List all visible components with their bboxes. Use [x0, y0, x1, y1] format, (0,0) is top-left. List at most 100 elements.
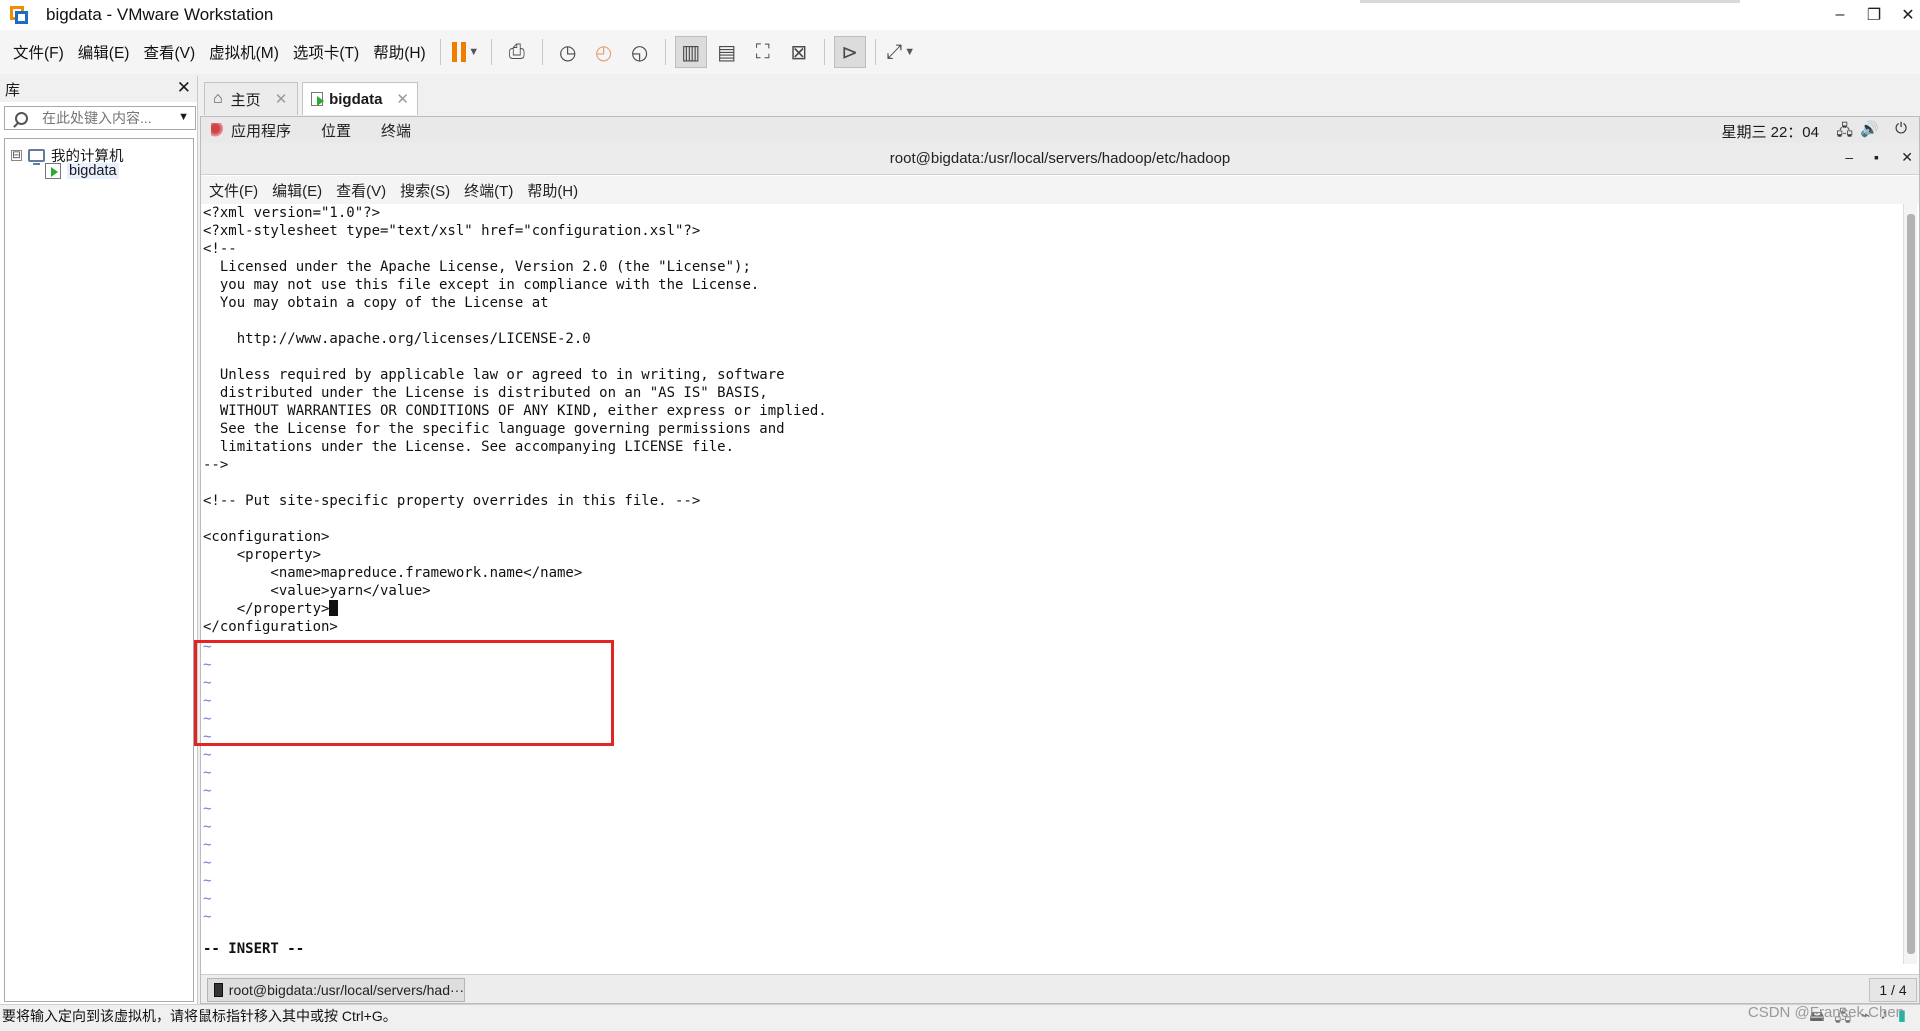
tilde-marker: ~: [203, 855, 212, 871]
tab-home-close[interactable]: ✕: [275, 90, 288, 108]
snapshot-take-button[interactable]: ◷: [552, 36, 584, 68]
snapshot-revert-button[interactable]: ◴: [588, 36, 620, 68]
workspace-pager[interactable]: 1 / 4: [1869, 978, 1917, 1002]
tab-bigdata-close[interactable]: ✕: [396, 90, 409, 108]
show-library-button[interactable]: ▥: [674, 36, 707, 68]
home-icon: ⌂: [213, 90, 223, 107]
gnome-menu-applications[interactable]: 应用程序: [231, 120, 291, 141]
tab-strip: ⌂ 主页 ✕ bigdata ✕: [200, 76, 1920, 116]
editor-line: you may not use this file except in comp…: [203, 277, 760, 293]
menubar-toolbar: 文件(F) 编辑(E) 查看(V) 虚拟机(M) 选项卡(T) 帮助(H) ▼ …: [0, 30, 1920, 74]
terminal-minimize-button[interactable]: –: [1845, 149, 1853, 165]
tree-label-bigdata: bigdata: [67, 163, 119, 179]
editor-line: </property>: [203, 601, 330, 617]
restore-button[interactable]: ❐: [1856, 2, 1892, 28]
chevron-down-icon[interactable]: ▼: [178, 111, 189, 123]
console-icon: ⊳: [841, 41, 859, 64]
stretch-guest-button[interactable]: ⤢ ▼: [885, 36, 917, 68]
send-ctrl-alt-del-button[interactable]: ⎙: [501, 36, 533, 68]
editor-line: <?xml version="1.0"?>: [203, 205, 381, 221]
network-icon[interactable]: 🖧: [1836, 120, 1853, 145]
menu-view[interactable]: 查看(V): [136, 41, 202, 63]
computer-icon: [28, 149, 45, 165]
gnome-menu-terminal[interactable]: 终端: [381, 120, 411, 141]
library-search-input[interactable]: [42, 110, 162, 126]
terminal-close-button[interactable]: ✕: [1901, 149, 1913, 166]
status-hint: 要将输入定向到该虚拟机，请将鼠标指针移入其中或按 Ctrl+G。: [2, 1008, 397, 1024]
tilde-marker: ~: [203, 837, 212, 853]
terminal-menu-help[interactable]: 帮助(H): [520, 180, 585, 201]
snapshot-clock-icon: ◷: [558, 41, 577, 64]
thumbnail-bar-icon: ▤: [717, 41, 737, 64]
toolbar-separator: [823, 39, 825, 65]
tab-home-label: 主页: [230, 91, 261, 109]
gnome-window-list: root@bigdata:/usr/local/servers/had··· 1…: [201, 974, 1919, 1003]
terminal-menu-view[interactable]: 查看(V): [329, 180, 393, 201]
library-close-button[interactable]: ✕: [177, 78, 191, 98]
taskbar-terminal-entry[interactable]: root@bigdata:/usr/local/servers/had···: [207, 978, 465, 1002]
window-title: bigdata - VMware Workstation: [46, 5, 274, 24]
stretch-icon: ⤢: [886, 40, 903, 63]
terminal-scrollbar[interactable]: [1903, 204, 1917, 964]
editor-line: </configuration>: [203, 619, 338, 635]
console-view-button[interactable]: ⊳: [833, 36, 866, 68]
toolbar-separator: [439, 39, 441, 65]
terminal-maximize-button[interactable]: ▪: [1874, 149, 1879, 165]
scrollbar-thumb[interactable]: [1907, 214, 1915, 954]
menu-file[interactable]: 文件(F): [6, 41, 71, 63]
editor-line: See the License for the specific languag…: [203, 421, 785, 437]
menu-tabs[interactable]: 选项卡(T): [286, 41, 366, 63]
toolbar-separator: [490, 39, 492, 65]
full-screen-button[interactable]: ⛶: [747, 36, 779, 68]
editor-line: <!-- Put site-specific property override…: [203, 493, 701, 509]
vmware-logo-icon: [8, 4, 30, 26]
minimize-button[interactable]: –: [1822, 2, 1858, 28]
terminal-menu-edit[interactable]: 编辑(E): [265, 180, 329, 201]
terminal-menu-terminal[interactable]: 终端(T): [457, 180, 520, 201]
library-tree: ⊟ 我的计算机 bigdata: [4, 138, 194, 1002]
terminal-icon: [214, 983, 223, 997]
library-search[interactable]: ▼: [4, 106, 196, 130]
editor-line: distributed under the License is distrib…: [203, 385, 768, 401]
tab-home[interactable]: ⌂ 主页 ✕: [204, 82, 298, 115]
gnome-top-bar: 应用程序 位置 终端 星期三 22：04 🖧 🔊 ⏻: [201, 117, 1919, 143]
tilde-marker: ~: [203, 765, 212, 781]
status-bar: 要将输入定向到该虚拟机，请将鼠标指针移入其中或按 Ctrl+G。 🖴 🖧 ⌁ ♪…: [0, 1004, 1920, 1027]
menu-vm[interactable]: 虚拟机(M): [202, 41, 286, 63]
menu-edit[interactable]: 编辑(E): [71, 41, 137, 63]
keyboard-send-icon: ⎙: [508, 40, 525, 63]
gnome-menu-places[interactable]: 位置: [321, 120, 351, 141]
menu-help[interactable]: 帮助(H): [366, 41, 433, 63]
pause-vm-button[interactable]: ▼: [450, 36, 482, 68]
editor-line: limitations under the License. See accom…: [203, 439, 735, 455]
library-panel: 库 ✕ ▼ ⊟ 我的计算机 bigdata: [0, 76, 198, 1004]
volume-icon[interactable]: 🔊: [1860, 120, 1879, 138]
toolbar-separator: [874, 39, 876, 65]
tilde-marker: ~: [203, 891, 212, 907]
editor-line: WITHOUT WARRANTIES OR CONDITIONS OF ANY …: [203, 403, 827, 419]
collapse-icon[interactable]: ⊟: [11, 150, 22, 161]
editor-line: -->: [203, 457, 229, 473]
library-title: 库: [5, 81, 21, 99]
terminal-text-area[interactable]: <?xml version="1.0"?> <?xml-stylesheet t…: [194, 204, 1901, 964]
snapshot-manager-button[interactable]: ◵: [624, 36, 656, 68]
editor-line-cursor: </property>: [203, 600, 339, 618]
window-titlebar: bigdata - VMware Workstation – ❐ ✕: [0, 0, 1920, 30]
vim-mode-indicator: -- INSERT --: [203, 941, 305, 957]
unity-icon: ⊠: [790, 41, 808, 64]
terminal-menu-file[interactable]: 文件(F): [202, 180, 265, 201]
text-cursor: [329, 600, 339, 616]
chevron-down-icon: ▼: [468, 46, 480, 58]
power-icon[interactable]: ⏻: [1895, 120, 1907, 137]
thumbnail-bar-button[interactable]: ▤: [711, 36, 743, 68]
vm-running-icon: [311, 92, 325, 106]
pause-icon: [452, 42, 467, 62]
tree-item-bigdata[interactable]: bigdata: [45, 163, 119, 179]
unity-button[interactable]: ⊠: [783, 36, 815, 68]
terminal-menu-search[interactable]: 搜索(S): [393, 180, 457, 201]
gnome-clock[interactable]: 星期三 22：04: [1721, 121, 1819, 142]
tab-bigdata[interactable]: bigdata ✕: [302, 82, 418, 115]
editor-line: <value>yarn</value>: [203, 583, 431, 599]
close-window-button[interactable]: ✕: [1890, 2, 1920, 28]
vm-console[interactable]: 应用程序 位置 终端 星期三 22：04 🖧 🔊 ⏻ root@bigdata:…: [194, 116, 1920, 1004]
